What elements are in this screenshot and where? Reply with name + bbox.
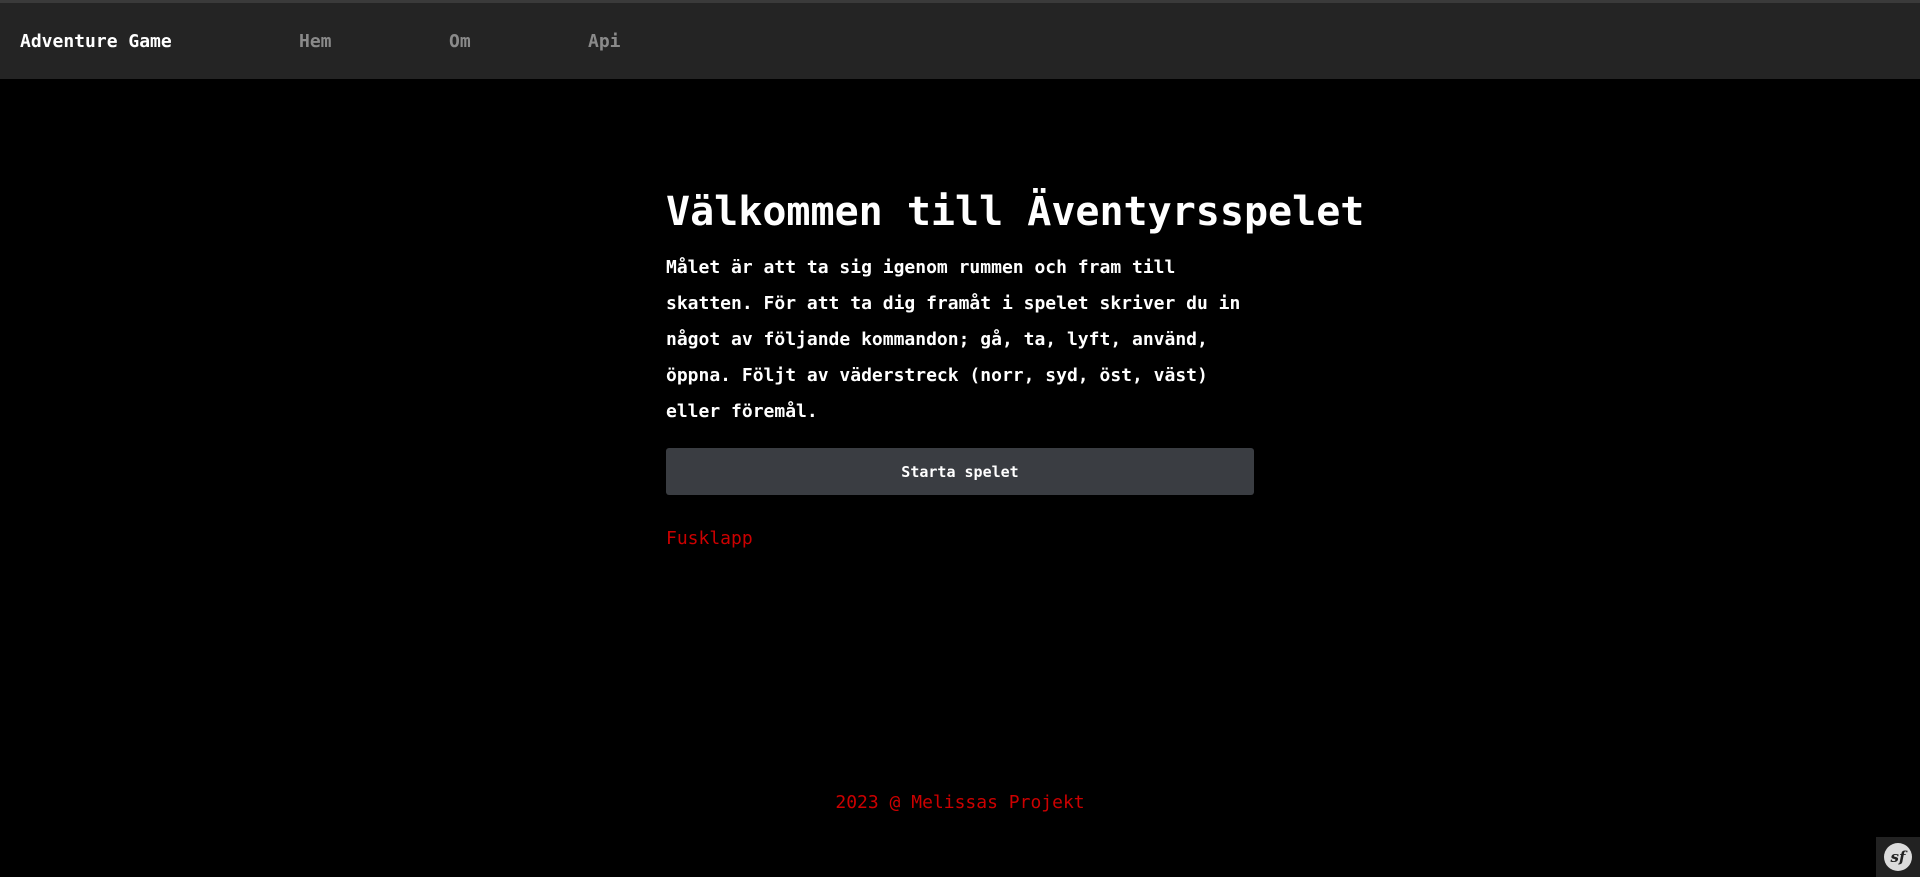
- nav-link-api[interactable]: Api: [588, 31, 621, 52]
- footer: 2023 @ Melissas Projekt: [835, 792, 1085, 813]
- symfony-logo-icon: sf: [1884, 843, 1912, 871]
- start-game-button[interactable]: Starta spelet: [666, 448, 1254, 495]
- cheat-sheet-link[interactable]: Fusklapp: [666, 528, 753, 549]
- nav-link-om[interactable]: Om: [449, 31, 471, 52]
- navbar: Adventure Game Hem Om Api: [0, 3, 1920, 79]
- intro-text: Målet är att ta sig igenom rummen och fr…: [666, 257, 1241, 422]
- nav-link-hem[interactable]: Hem: [299, 31, 332, 52]
- debug-toolbar-toggle[interactable]: sf: [1876, 837, 1920, 877]
- page-title: Välkommen till Äventyrsspelet: [666, 189, 1365, 235]
- main-content: Välkommen till Äventyrsspelet Målet är a…: [666, 180, 1365, 495]
- brand-link[interactable]: Adventure Game: [20, 31, 172, 52]
